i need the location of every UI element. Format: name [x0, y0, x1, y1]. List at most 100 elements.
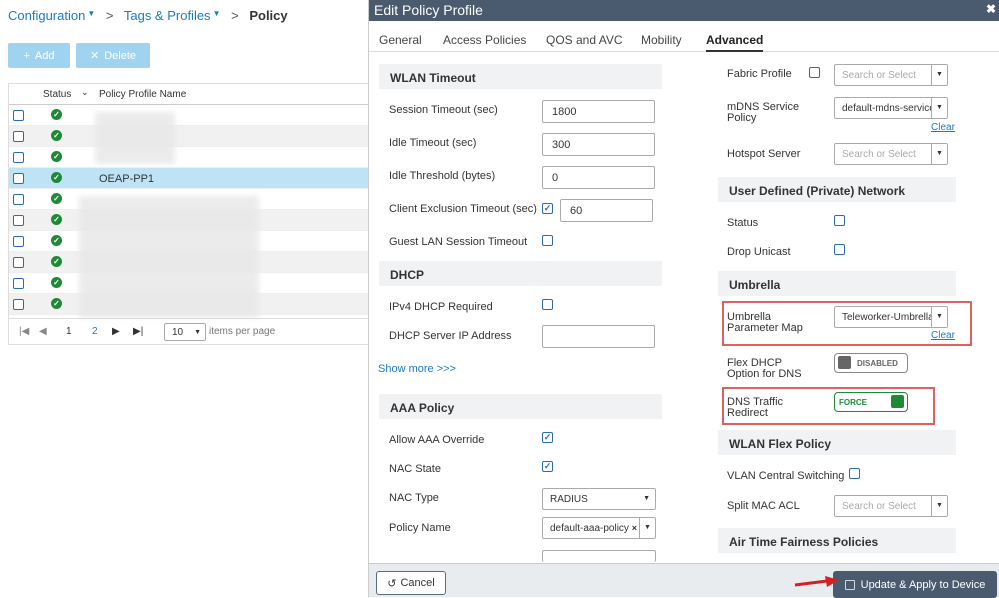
- section-umbrella: Umbrella: [718, 271, 956, 296]
- row-checkbox[interactable]: [13, 173, 24, 184]
- status-check-icon: ✓: [51, 109, 62, 120]
- fabric-profile-checkbox[interactable]: [809, 67, 820, 78]
- nac-type-value: RADIUS: [550, 494, 588, 505]
- table-row[interactable]: ✓ OEAP-PP1: [9, 168, 369, 189]
- vlan-central-switching-checkbox[interactable]: [849, 468, 860, 479]
- policy-profile-table: Status ⌄ Policy Profile Name ✓ ✓ ✓ ✓ OEAP-PP…: [8, 83, 370, 345]
- guest-lan-timeout-label: Guest LAN Session Timeout: [389, 236, 528, 248]
- page-2[interactable]: 2: [92, 326, 98, 337]
- client-exclusion-input[interactable]: 60: [560, 199, 653, 222]
- first-page-icon[interactable]: |◀: [19, 326, 29, 337]
- tab-mobility[interactable]: Mobility: [641, 33, 682, 47]
- table-row[interactable]: ✓: [9, 147, 369, 168]
- chevron-down-icon[interactable]: ⌄: [81, 87, 89, 98]
- tab-advanced[interactable]: Advanced: [706, 33, 764, 52]
- status-check-icon: ✓: [51, 130, 62, 141]
- tab-general[interactable]: General: [379, 33, 422, 47]
- save-icon: [844, 579, 855, 590]
- delete-label: Delete: [104, 49, 136, 62]
- mdns-policy-select[interactable]: default-mdns-service ▼: [834, 97, 948, 119]
- hotspot-server-select[interactable]: Search or Select ▼: [834, 143, 948, 165]
- allow-aaa-override-checkbox[interactable]: ✓: [542, 432, 553, 443]
- row-checkbox[interactable]: [13, 278, 24, 289]
- page-1[interactable]: 1: [66, 326, 72, 337]
- row-checkbox[interactable]: [13, 299, 24, 310]
- add-button[interactable]: + Add: [8, 43, 70, 68]
- row-checkbox[interactable]: [13, 152, 24, 163]
- flex-dhcp-state: DISABLED: [857, 359, 898, 368]
- nac-state-checkbox[interactable]: ✓: [542, 461, 553, 472]
- accounting-list-select[interactable]: [542, 550, 656, 562]
- table-row[interactable]: ✓: [9, 126, 369, 147]
- fabric-profile-select[interactable]: Search or Select ▼: [834, 64, 948, 86]
- update-apply-button[interactable]: Update & Apply to Device: [833, 571, 997, 598]
- mdns-clear-link[interactable]: Clear: [931, 122, 955, 133]
- tab-qos-avc[interactable]: QOS and AVC: [546, 33, 622, 47]
- redacted-names: [79, 196, 259, 318]
- breadcrumb: Configuration ▼ > Tags & Profiles ▼ > Poli…: [8, 8, 288, 23]
- split-mac-acl-select[interactable]: Search or Select ▼: [834, 495, 948, 517]
- row-checkbox[interactable]: [13, 194, 24, 205]
- chevron-down-icon: ▼: [931, 144, 947, 164]
- status-column-header[interactable]: Status: [43, 89, 71, 100]
- ipv4-dhcp-required-checkbox[interactable]: [542, 299, 553, 310]
- drop-unicast-label: Drop Unicast: [727, 246, 791, 258]
- client-exclusion-checkbox[interactable]: ✓: [542, 203, 553, 214]
- table-row[interactable]: ✓: [9, 105, 369, 126]
- section-dhcp: DHCP: [379, 261, 662, 286]
- umbrella-clear-link[interactable]: Clear: [931, 330, 955, 341]
- per-page-value: 10: [172, 327, 184, 338]
- allow-aaa-override-label: Allow AAA Override: [389, 434, 485, 446]
- umbrella-map-select[interactable]: Teleworker-Umbrella ▼: [834, 306, 948, 328]
- udn-status-checkbox[interactable]: [834, 215, 845, 226]
- add-label: Add: [34, 49, 55, 62]
- status-check-icon: ✓: [51, 214, 62, 225]
- section-air-time-fairness: Air Time Fairness Policies: [718, 528, 956, 553]
- toggle-knob: [891, 395, 904, 408]
- modal-title: Edit Policy Profile: [374, 2, 483, 18]
- idle-timeout-input[interactable]: 300: [542, 133, 655, 156]
- session-timeout-label: Session Timeout (sec): [389, 104, 498, 116]
- edit-policy-profile-modal: Edit Policy Profile ✖ General Access Pol…: [368, 0, 999, 598]
- policy-profile-name[interactable]: OEAP-PP1: [99, 173, 154, 185]
- flex-dhcp-toggle[interactable]: DISABLED: [834, 353, 908, 373]
- chevron-down-icon: ▼: [931, 307, 947, 327]
- session-timeout-input[interactable]: 1800: [542, 100, 655, 123]
- cancel-button[interactable]: ↺ Cancel: [376, 571, 446, 595]
- pagination: |◀ ◀ 1 2 ▶ ▶| 10 ▼ items per page: [9, 318, 369, 344]
- policy-name-select[interactable]: default-aaa-policy × ▼: [542, 517, 656, 539]
- row-checkbox[interactable]: [13, 215, 24, 226]
- row-checkbox[interactable]: [13, 131, 24, 142]
- close-icon: ✕: [89, 50, 100, 62]
- delete-button[interactable]: ✕ Delete: [76, 43, 150, 68]
- show-more-link[interactable]: Show more >>>: [378, 363, 456, 375]
- row-checkbox[interactable]: [13, 110, 24, 121]
- breadcrumb-tags-profiles[interactable]: Tags & Profiles ▼: [124, 8, 221, 23]
- tab-access-policies[interactable]: Access Policies: [443, 33, 526, 47]
- per-page-select[interactable]: 10 ▼: [164, 323, 206, 341]
- fabric-profile-label: Fabric Profile: [727, 68, 792, 80]
- status-check-icon: ✓: [51, 172, 62, 183]
- cancel-label: Cancel: [400, 577, 435, 589]
- clear-x-icon[interactable]: ×: [632, 523, 637, 533]
- close-icon[interactable]: ✖: [986, 2, 996, 16]
- mdns-policy-value: default-mdns-service: [842, 103, 935, 114]
- udn-status-label: Status: [727, 217, 759, 229]
- next-page-icon[interactable]: ▶: [112, 326, 120, 337]
- policy-name-value: default-aaa-policy: [550, 523, 629, 534]
- undo-icon: ↺: [387, 577, 397, 590]
- dns-redirect-label: DNS Traffic Redirect: [727, 396, 784, 419]
- nac-type-select[interactable]: RADIUS ▼: [542, 488, 656, 510]
- dhcp-server-ip-input[interactable]: [542, 325, 655, 348]
- name-column-header[interactable]: Policy Profile Name: [99, 89, 186, 100]
- prev-page-icon[interactable]: ◀: [39, 326, 47, 337]
- dns-redirect-toggle[interactable]: FORCE: [834, 392, 908, 412]
- last-page-icon[interactable]: ▶|: [133, 326, 143, 337]
- breadcrumb-configuration[interactable]: Configuration ▼: [8, 8, 95, 23]
- row-checkbox[interactable]: [13, 236, 24, 247]
- idle-threshold-input[interactable]: 0: [542, 166, 655, 189]
- guest-lan-timeout-checkbox[interactable]: [542, 235, 553, 246]
- drop-unicast-checkbox[interactable]: [834, 244, 845, 255]
- row-checkbox[interactable]: [13, 257, 24, 268]
- status-check-icon: ✓: [51, 298, 62, 309]
